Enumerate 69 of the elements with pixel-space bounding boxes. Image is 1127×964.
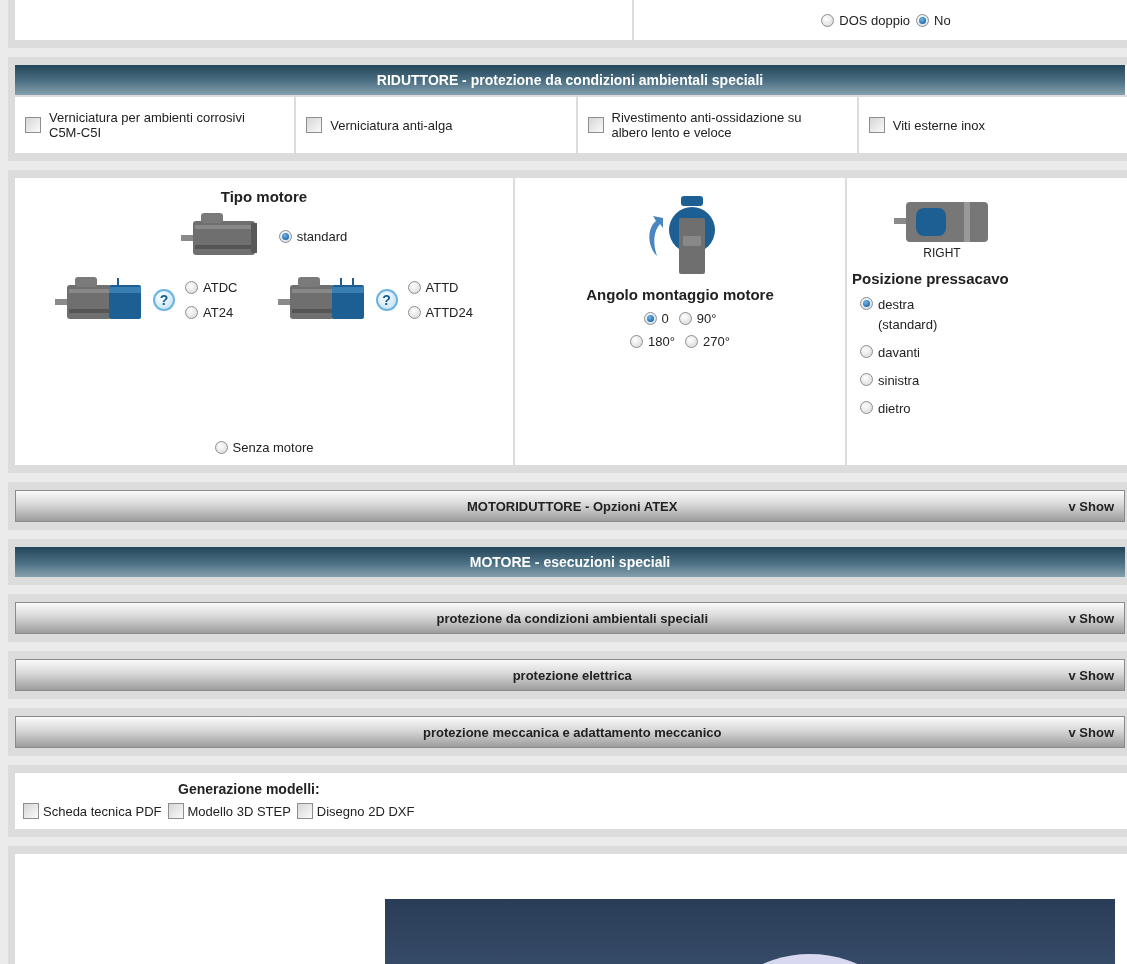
checkbox-label: Scheda tecnica PDF bbox=[43, 803, 162, 819]
checkbox-label: Viti esterne inox bbox=[892, 117, 985, 133]
radio-button[interactable] bbox=[860, 401, 873, 414]
radio-button[interactable] bbox=[643, 312, 657, 325]
radio-label: sinistra bbox=[878, 372, 920, 390]
radio-label: Senza motore bbox=[232, 440, 314, 455]
radio-button[interactable] bbox=[630, 335, 644, 348]
radio-button[interactable] bbox=[916, 13, 930, 27]
radio-button[interactable] bbox=[685, 335, 698, 348]
checkbox[interactable] bbox=[868, 117, 885, 133]
radio-label: davanti bbox=[878, 344, 920, 362]
checkbox[interactable] bbox=[167, 803, 184, 819]
checkbox-label: Rivestimento anti-ossidazione su albero lento e veloce bbox=[611, 110, 803, 140]
checkbox-label: Disegno 2D DXF bbox=[316, 803, 415, 819]
radio-label: 270° bbox=[703, 334, 730, 349]
radio-button[interactable] bbox=[860, 373, 873, 386]
section-title: protezione da condizioni ambientali speciali bbox=[435, 610, 710, 626]
radio-label: dietro bbox=[878, 400, 911, 418]
radio-button[interactable] bbox=[821, 13, 835, 27]
collapsible-bar[interactable]: protezione elettrica v Show bbox=[15, 659, 1125, 691]
radio-label: 90° bbox=[696, 311, 717, 326]
section-heading: Posizione pressacavo bbox=[852, 270, 1010, 287]
checkbox-label: Verniciatura per ambienti corrosivi C5M-C5I bbox=[49, 110, 246, 140]
section-heading: Tipo motore bbox=[220, 188, 308, 205]
collapsible-bar[interactable]: protezione da condizioni ambientali speciali v Show bbox=[15, 602, 1125, 634]
radio-label: No bbox=[934, 12, 951, 28]
help-icon[interactable]: ? bbox=[153, 289, 176, 311]
help-icon[interactable]: ? bbox=[375, 289, 398, 311]
radio-button[interactable] bbox=[860, 345, 873, 358]
collapsible-bar[interactable]: protezione meccanica e adattamento meccanico v Show bbox=[15, 716, 1125, 748]
section-header: MOTORE - esecuzioni speciali bbox=[15, 547, 1125, 577]
radio-label: DOS doppio bbox=[839, 12, 911, 28]
radio-button[interactable] bbox=[860, 297, 873, 310]
radio-label: AT24 bbox=[203, 305, 234, 320]
radio-button[interactable] bbox=[678, 312, 692, 325]
checkbox-label: Modello 3D STEP bbox=[187, 803, 291, 819]
radio-label: 180° bbox=[648, 334, 675, 349]
checkbox[interactable] bbox=[296, 803, 313, 819]
radio-label: destra (standard) bbox=[878, 296, 939, 334]
radio-button[interactable] bbox=[185, 281, 199, 294]
radio-button[interactable] bbox=[407, 306, 421, 319]
radio-button[interactable] bbox=[407, 281, 421, 294]
section-title: MOTORIDUTTORE - Opzioni ATEX bbox=[466, 498, 679, 514]
motor-icon bbox=[894, 200, 990, 244]
radio-label: 0 bbox=[661, 311, 669, 326]
checkbox[interactable] bbox=[306, 117, 323, 133]
checkbox[interactable] bbox=[587, 117, 604, 133]
section-title: protezione elettrica bbox=[511, 667, 633, 683]
radio-button[interactable] bbox=[278, 229, 292, 243]
radio-button[interactable] bbox=[214, 441, 228, 454]
show-toggle[interactable]: v Show bbox=[1068, 610, 1124, 626]
radio-label: ATTD bbox=[425, 280, 459, 295]
section-heading: Angolo montaggio motore bbox=[586, 286, 774, 303]
motor-icon bbox=[667, 196, 717, 276]
checkbox-label: Verniciatura anti-alga bbox=[330, 117, 453, 133]
radio-label: ATTD24 bbox=[425, 305, 473, 320]
radio-button[interactable] bbox=[185, 306, 199, 319]
section-title: protezione meccanica e adattamento meccanico bbox=[422, 724, 723, 740]
radio-label: ATDC bbox=[203, 280, 238, 295]
show-toggle[interactable]: v Show bbox=[1068, 498, 1124, 514]
checkbox[interactable] bbox=[25, 117, 41, 133]
section-header: RIDUTTORE - protezione da condizioni ambientali speciali bbox=[15, 65, 1125, 95]
image-caption: RIGHT bbox=[923, 246, 961, 260]
section-heading: Generazione modelli: bbox=[178, 781, 321, 797]
checkbox[interactable] bbox=[23, 803, 39, 819]
radio-label: standard bbox=[296, 228, 348, 244]
collapsible-bar[interactable]: MOTORIDUTTORE - Opzioni ATEX v Show bbox=[15, 490, 1125, 522]
show-toggle[interactable]: v Show bbox=[1068, 724, 1124, 740]
show-toggle[interactable]: v Show bbox=[1068, 667, 1124, 683]
